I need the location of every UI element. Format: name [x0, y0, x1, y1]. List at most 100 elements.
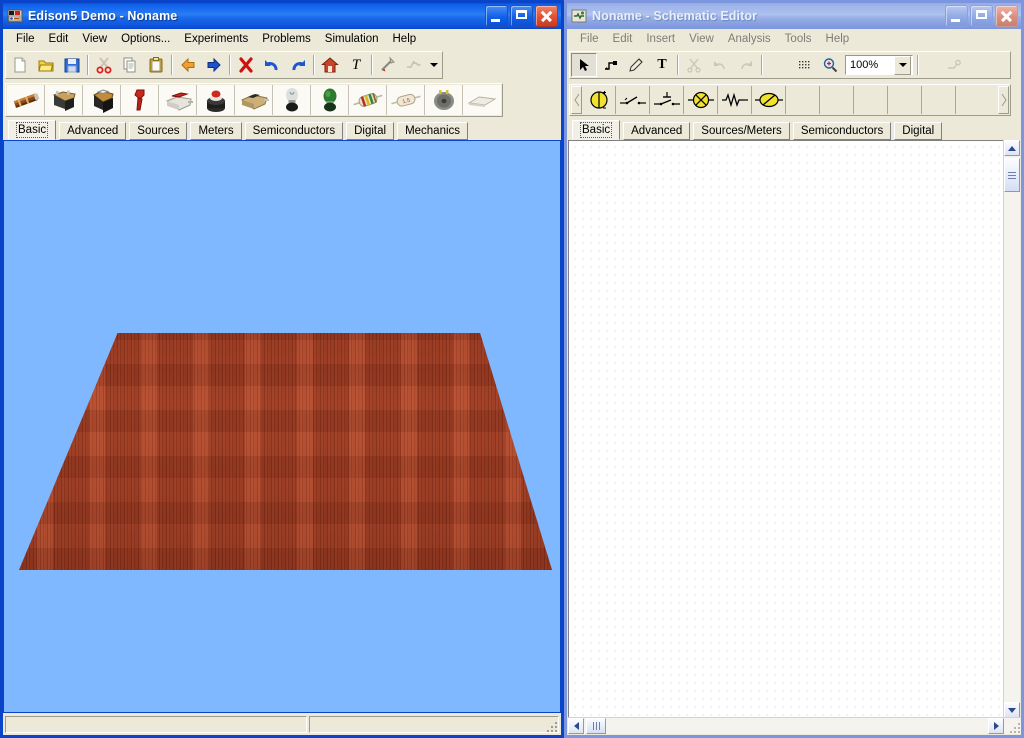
lever-switch-part[interactable]: [121, 85, 159, 115]
menu-item-analysis[interactable]: Analysis: [721, 31, 778, 47]
undo-icon: [707, 53, 733, 77]
node-connect-icon[interactable]: [597, 53, 623, 77]
text-tool-icon[interactable]: T: [343, 53, 369, 77]
forward-arrow-icon[interactable]: [201, 53, 227, 77]
battery-symbol[interactable]: [582, 86, 616, 114]
workbench-table[interactable]: [19, 333, 552, 570]
workbench-canvas[interactable]: [3, 140, 561, 713]
battery-cell-part[interactable]: [7, 85, 45, 115]
lamp-clear-part[interactable]: [273, 85, 311, 115]
menu-item-file[interactable]: File: [9, 31, 42, 47]
menu-item-simulation[interactable]: Simulation: [318, 31, 386, 47]
copy-icon[interactable]: [117, 53, 143, 77]
palette-empty-slot[interactable]: [820, 86, 854, 114]
menu-item-view[interactable]: View: [682, 31, 721, 47]
pencil-draw-icon[interactable]: [623, 53, 649, 77]
tab-digital[interactable]: Digital: [346, 122, 395, 140]
maximize-button[interactable]: [970, 5, 993, 27]
new-file-icon[interactable]: [7, 53, 33, 77]
paste-clipboard-icon[interactable]: [143, 53, 169, 77]
redo-icon[interactable]: [285, 53, 311, 77]
menu-item-insert[interactable]: Insert: [639, 31, 682, 47]
cut-scissors-icon[interactable]: [91, 53, 117, 77]
waveform-dropdown-button[interactable]: [427, 53, 441, 77]
open-folder-icon[interactable]: [33, 53, 59, 77]
palette-empty-slot[interactable]: [922, 86, 956, 114]
home-icon[interactable]: [317, 53, 343, 77]
tab-advanced[interactable]: Advanced: [623, 122, 691, 140]
wire-cutter-icon[interactable]: [375, 53, 401, 77]
resize-grip[interactable]: [1006, 719, 1020, 733]
tab-mechanics[interactable]: Mechanics: [397, 122, 469, 140]
scroll-left-button[interactable]: [568, 718, 584, 734]
minimize-button[interactable]: [945, 5, 968, 27]
close-button[interactable]: [995, 5, 1018, 27]
tab-sources-meters[interactable]: Sources/Meters: [693, 122, 790, 140]
palette-scroll-right-button[interactable]: [998, 86, 1009, 114]
scroll-up-button[interactable]: [1004, 140, 1020, 156]
vertical-scrollbar-thumb[interactable]: [1004, 158, 1020, 192]
lamp-symbol[interactable]: [684, 86, 718, 114]
menu-item-options[interactable]: Options...: [114, 31, 177, 47]
undo-icon[interactable]: [259, 53, 285, 77]
back-arrow-icon[interactable]: [175, 53, 201, 77]
maximize-button[interactable]: [510, 5, 533, 27]
menu-item-help[interactable]: Help: [819, 31, 857, 47]
resize-grip[interactable]: [543, 718, 557, 732]
palette-empty-slot[interactable]: [854, 86, 888, 114]
lamp-green-part[interactable]: [311, 85, 349, 115]
toggle-switch-part[interactable]: [159, 85, 197, 115]
tab-basic[interactable]: Basic: [572, 120, 621, 140]
delete-x-icon[interactable]: [233, 53, 259, 77]
switch-symbol[interactable]: [616, 86, 650, 114]
palette-empty-slot[interactable]: [956, 86, 990, 114]
scroll-down-button[interactable]: [1004, 702, 1020, 718]
tab-meters[interactable]: Meters: [190, 122, 242, 140]
battery-pack-part[interactable]: [45, 85, 83, 115]
schematic-sheet-canvas[interactable]: [568, 140, 1004, 718]
zoom-in-icon[interactable]: [817, 53, 843, 77]
chevron-down-icon[interactable]: [894, 55, 911, 75]
save-floppy-icon[interactable]: [59, 53, 85, 77]
vertical-scrollbar[interactable]: [1003, 140, 1020, 718]
menu-item-problems[interactable]: Problems: [255, 31, 318, 47]
palette-empty-slot[interactable]: [888, 86, 922, 114]
slide-switch-part[interactable]: [235, 85, 273, 115]
menu-item-file[interactable]: File: [573, 31, 606, 47]
tab-semiconductors[interactable]: Semiconductors: [792, 122, 892, 140]
menu-item-edit[interactable]: Edit: [42, 31, 76, 47]
resistor-marked-part[interactable]: 1.5: [387, 85, 425, 115]
menu-item-tools[interactable]: Tools: [778, 31, 819, 47]
resistor-symbol[interactable]: [718, 86, 752, 114]
spdt-switch-symbol[interactable]: [650, 86, 684, 114]
tab-sources[interactable]: Sources: [129, 122, 188, 140]
motor-part[interactable]: [425, 85, 463, 115]
tab-semiconductors[interactable]: Semiconductors: [244, 122, 344, 140]
schematic-titlebar[interactable]: Noname - Schematic Editor: [567, 3, 1021, 29]
select-pointer-icon[interactable]: [571, 53, 597, 77]
horizontal-scrollbar[interactable]: [568, 717, 1021, 734]
push-button-part[interactable]: [197, 85, 235, 115]
scroll-right-button[interactable]: [988, 718, 1004, 734]
text-tool-icon[interactable]: T: [649, 53, 675, 77]
edison-titlebar[interactable]: Edison5 Demo - Noname: [3, 3, 561, 29]
horizontal-scrollbar-thumb[interactable]: [586, 718, 606, 734]
tab-digital[interactable]: Digital: [894, 122, 943, 140]
menu-item-view[interactable]: View: [75, 31, 114, 47]
minimize-button[interactable]: [485, 5, 508, 27]
tab-advanced[interactable]: Advanced: [59, 122, 127, 140]
menu-item-help[interactable]: Help: [386, 31, 424, 47]
close-button[interactable]: [535, 5, 558, 27]
edison-category-tabs: Basic Advanced Sources Meters Semiconduc…: [3, 119, 561, 140]
resistor-bands-part[interactable]: [349, 85, 387, 115]
palette-scroll-left-button[interactable]: [571, 86, 582, 114]
menu-item-edit[interactable]: Edit: [606, 31, 640, 47]
board-plate-part[interactable]: [463, 85, 501, 115]
tab-basic[interactable]: Basic: [8, 120, 57, 140]
palette-empty-slot[interactable]: [786, 86, 820, 114]
grid-toggle-icon[interactable]: [791, 53, 817, 77]
battery-9v-part[interactable]: [83, 85, 121, 115]
menu-item-experiments[interactable]: Experiments: [177, 31, 255, 47]
zoom-level-combobox[interactable]: 100%: [845, 55, 913, 75]
meter-symbol[interactable]: [752, 86, 786, 114]
